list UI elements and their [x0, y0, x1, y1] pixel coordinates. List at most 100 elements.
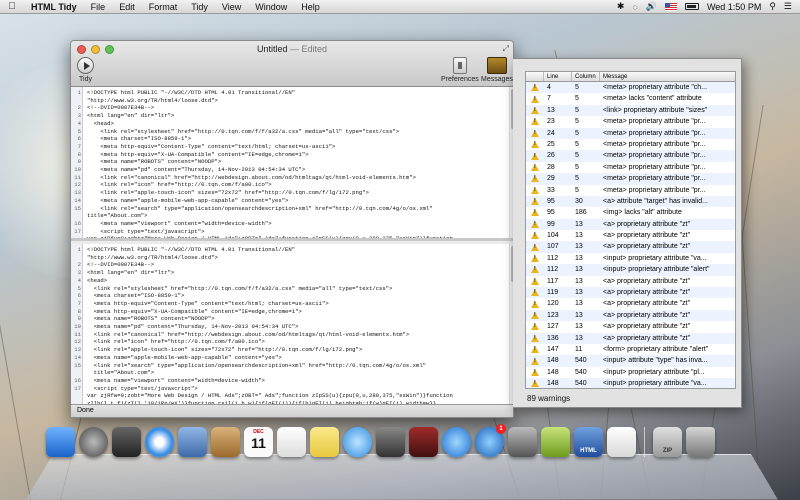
- message-row[interactable]: 28 5 <meta> proprietary attribute "pr...: [526, 162, 735, 173]
- column-header-line[interactable]: Line: [544, 72, 572, 81]
- line-number: [71, 212, 83, 220]
- warning-icon: [526, 93, 544, 104]
- message-row[interactable]: 95 30 <a> attribute "target" has invalid..…: [526, 196, 735, 207]
- menu-format[interactable]: Format: [142, 2, 185, 12]
- line-number: 16: [71, 377, 83, 385]
- code-line: 12 <link rel="icon" href="http://0.tqn.c…: [71, 338, 509, 346]
- fullscreen-icon[interactable]: ⤢: [503, 44, 509, 54]
- message-text: <link> proprietary attribute "sizes": [600, 105, 735, 116]
- column-header-column[interactable]: Column: [572, 72, 600, 81]
- line-number: 14: [71, 354, 83, 362]
- zip-file-icon[interactable]: ZIP: [653, 427, 682, 457]
- message-row[interactable]: 117 13 <a> proprietary attribute "zt": [526, 276, 735, 287]
- html-tidy-app-icon[interactable]: HTML: [574, 427, 603, 457]
- notification-list-icon[interactable]: ☰: [784, 1, 792, 12]
- app-store-icon[interactable]: 1: [475, 427, 504, 457]
- message-row[interactable]: 99 13 <a> proprietary attribute "zt": [526, 219, 735, 230]
- message-row[interactable]: 13 5 <link> proprietary attribute "sizes": [526, 105, 735, 116]
- message-row[interactable]: 104 13 <a> proprietary attribute "zt": [526, 230, 735, 241]
- messages-table[interactable]: Line Column Message 4 5 <meta> proprietary…: [525, 71, 736, 389]
- message-row[interactable]: 95 186 <img> lacks "alt" attribute: [526, 207, 735, 218]
- message-column: 11: [572, 344, 600, 355]
- message-line: 95: [544, 196, 572, 207]
- message-row[interactable]: 4 5 <meta> proprietary attribute "ch...: [526, 82, 735, 93]
- message-row[interactable]: 112 13 <input> proprietary attribute "va..…: [526, 253, 735, 264]
- message-row[interactable]: 148 540 <input> attribute "type" has inva.…: [526, 355, 735, 366]
- warning-icon: [526, 287, 544, 298]
- code-text: <link rel="stylesheet" href="http://0.tq…: [83, 285, 392, 293]
- code-line: 7 <meta http-equiv="Content-Type" conten…: [71, 300, 509, 308]
- trash-icon[interactable]: [686, 427, 715, 457]
- notes-icon[interactable]: [310, 427, 339, 457]
- tidy-button[interactable]: Tidy: [77, 57, 94, 83]
- source-code-lines: 1 <!DOCTYPE html PUBLIC "-//W3C//DTD HTML…: [71, 89, 509, 241]
- apple-menu-icon[interactable]: : [0, 1, 24, 12]
- calendar-icon[interactable]: DEC 11: [244, 427, 273, 457]
- message-row[interactable]: 148 540 <input> proprietary attribute "va.…: [526, 378, 735, 389]
- message-row[interactable]: 25 5 <meta> proprietary attribute "pr...: [526, 139, 735, 150]
- bluetooth-icon[interactable]: ✱: [617, 1, 625, 12]
- menu-file[interactable]: File: [84, 2, 113, 12]
- menu-app-name[interactable]: HTML Tidy: [24, 2, 84, 12]
- reminders-icon[interactable]: [277, 427, 306, 457]
- finder-icon[interactable]: [46, 427, 75, 457]
- code-line: 11 <link rel="canonical" href="http://we…: [71, 174, 509, 182]
- message-row[interactable]: 23 5 <meta> proprietary attribute "pr...: [526, 116, 735, 127]
- spotlight-icon[interactable]: ⚲: [769, 1, 776, 12]
- system-preferences-icon[interactable]: [508, 427, 537, 457]
- preferences-button[interactable]: Preferences: [441, 57, 479, 83]
- volume-icon[interactable]: 🔊: [646, 1, 657, 12]
- message-row[interactable]: 147 11 <form> proprietary attribute "alert…: [526, 344, 735, 355]
- safari-icon[interactable]: [145, 427, 174, 457]
- input-source-flag-icon[interactable]: [665, 3, 677, 11]
- warning-icon: [526, 298, 544, 309]
- message-row[interactable]: 26 5 <meta> proprietary attribute "pr...: [526, 150, 735, 161]
- message-row[interactable]: 123 13 <a> proprietary attribute "zt": [526, 310, 735, 321]
- facetime-icon[interactable]: [376, 427, 405, 457]
- itunes-icon[interactable]: [442, 427, 471, 457]
- message-row[interactable]: 33 5 <meta> proprietary attribute "pr...: [526, 185, 735, 196]
- mail-icon[interactable]: [178, 427, 207, 457]
- contacts-icon[interactable]: [211, 427, 240, 457]
- code-text: <meta name="viewport" content="width=dev…: [83, 220, 272, 228]
- menu-tidy[interactable]: Tidy: [184, 2, 215, 12]
- tidy-output-editor[interactable]: 1 <!DOCTYPE html PUBLIC "-//W3C//DTD HTML…: [71, 244, 514, 406]
- warning-icon: [526, 253, 544, 264]
- message-row[interactable]: 112 13 <input> proprietary attribute "aler…: [526, 264, 735, 275]
- warning-icon: [526, 82, 544, 93]
- archive-utility-icon[interactable]: [541, 427, 570, 457]
- code-line: 15 <link rel="search" type="application/…: [71, 205, 509, 213]
- menu-help[interactable]: Help: [294, 2, 327, 12]
- message-row[interactable]: 127 13 <a> proprietary attribute "zt": [526, 321, 735, 332]
- message-row[interactable]: 107 13 <a> proprietary attribute "zt": [526, 241, 735, 252]
- menu-view[interactable]: View: [215, 2, 248, 12]
- message-line: 28: [544, 162, 572, 173]
- battery-icon[interactable]: [685, 3, 699, 10]
- message-row[interactable]: 136 13 <a> proprietary attribute "zt": [526, 333, 735, 344]
- mission-control-icon[interactable]: [112, 427, 141, 457]
- menu-window[interactable]: Window: [248, 2, 294, 12]
- launchpad-icon[interactable]: [79, 427, 108, 457]
- message-text: <input> proprietary attribute "pl...: [600, 367, 735, 378]
- menubar-clock[interactable]: Wed 1:50 PM: [707, 2, 761, 12]
- message-row[interactable]: 29 5 <meta> proprietary attribute "pr...: [526, 173, 735, 184]
- message-line: 148: [544, 367, 572, 378]
- wifi-icon[interactable]: ◌: [632, 2, 637, 12]
- menu-edit[interactable]: Edit: [112, 2, 142, 12]
- column-header-message[interactable]: Message: [600, 72, 735, 81]
- message-row[interactable]: 148 540 <input> proprietary attribute "pl.…: [526, 367, 735, 378]
- line-number: 13: [71, 346, 83, 354]
- message-row[interactable]: 120 13 <a> proprietary attribute "zt": [526, 298, 735, 309]
- messages-app-icon[interactable]: [343, 427, 372, 457]
- code-text: <!DOCTYPE html PUBLIC "-//W3C//DTD HTML …: [83, 89, 295, 97]
- messages-button[interactable]: Messages: [481, 57, 513, 83]
- photo-booth-icon[interactable]: [409, 427, 438, 457]
- code-text: <meta name="apple-mobile-web-app-capable…: [83, 197, 288, 205]
- message-row[interactable]: 24 5 <meta> proprietary attribute "pr...: [526, 128, 735, 139]
- message-row[interactable]: 7 5 <meta> lacks "content" attribute: [526, 93, 735, 104]
- document-icon[interactable]: [607, 427, 636, 457]
- message-text: <input> proprietary attribute "alert": [600, 264, 735, 275]
- source-editor[interactable]: 1 <!DOCTYPE html PUBLIC "-//W3C//DTD HTML…: [71, 87, 514, 241]
- window-titlebar[interactable]: Untitled — Edited ⤢ Tidy Preferences Mes…: [71, 41, 513, 87]
- message-row[interactable]: 119 13 <a> proprietary attribute "zt": [526, 287, 735, 298]
